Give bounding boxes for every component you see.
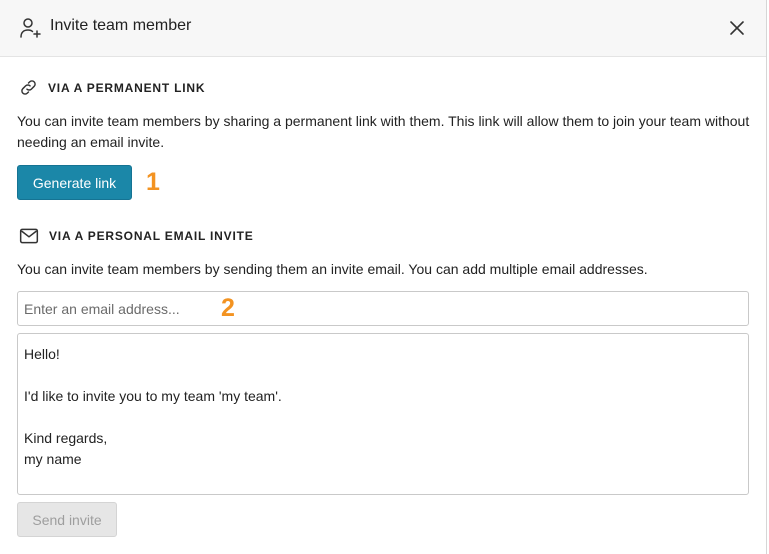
permanent-link-heading: VIA A PERMANENT LINK: [19, 78, 205, 97]
permanent-link-label: VIA A PERMANENT LINK: [48, 80, 206, 95]
invite-message-textarea[interactable]: Hello! I'd like to invite you to my team…: [17, 333, 749, 495]
email-input[interactable]: [17, 291, 749, 326]
email-invite-heading: VIA A PERSONAL EMAIL INVITE: [19, 227, 254, 245]
dialog-title: Invite team member: [50, 17, 192, 34]
email-invite-description: You can invite team members by sending t…: [17, 261, 648, 277]
message-line: Kind regards,: [24, 430, 108, 446]
email-invite-label: VIA A PERSONAL EMAIL INVITE: [49, 229, 254, 243]
step-marker-1: 1: [146, 168, 160, 196]
user-plus-icon: [20, 18, 41, 38]
mail-icon: [19, 228, 39, 244]
generate-link-button[interactable]: Generate link: [17, 165, 132, 200]
send-invite-button[interactable]: Send invite: [17, 502, 117, 537]
close-icon[interactable]: [726, 17, 748, 39]
message-line: I'd like to invite you to my team 'my te…: [24, 388, 282, 404]
dialog-header: Invite team member: [0, 0, 766, 57]
step-marker-2: 2: [221, 294, 235, 322]
permanent-link-description: You can invite team members by sharing a…: [17, 113, 750, 150]
message-line: [24, 365, 742, 386]
message-line: my name: [24, 451, 82, 467]
message-line: Hello!: [24, 346, 60, 362]
message-line: [24, 407, 742, 428]
link-icon: [21, 80, 36, 95]
invite-dialog: Invite team member VIA A PERMANENT LINK …: [0, 0, 767, 554]
